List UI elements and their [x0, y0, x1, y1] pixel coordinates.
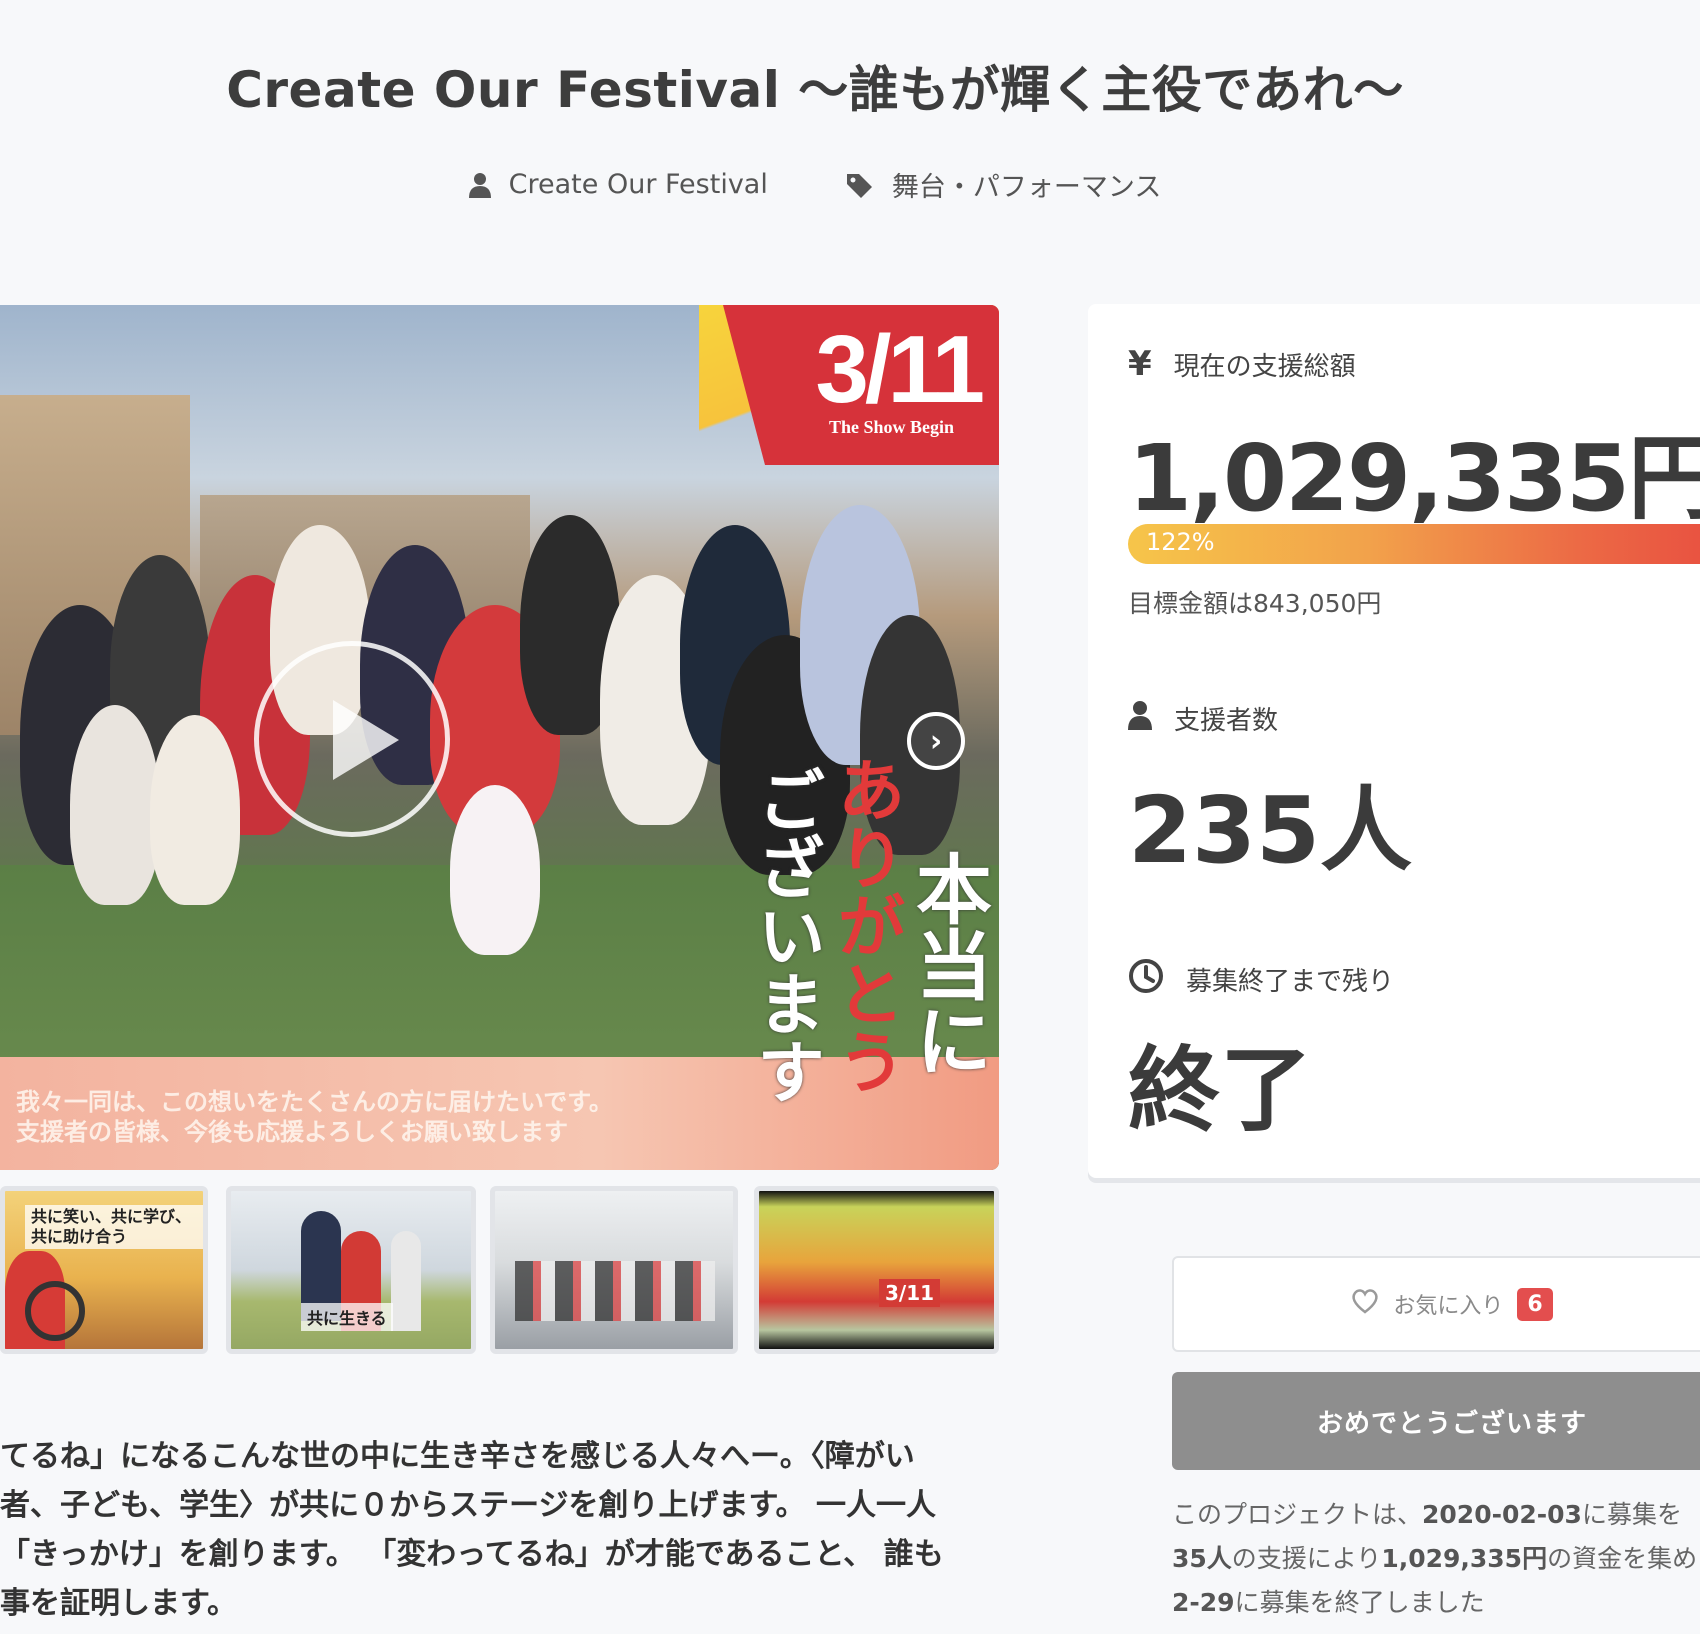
banner-line-1: 我々一同は、この想いをたくさんの方に届けたいです。	[16, 1088, 613, 1116]
raised-label-row: ¥ 現在の支援総額	[1128, 344, 1356, 384]
description-line-3: 「きっかけ」を創ります。 「変わってるね」が才能であること、 誰も	[0, 1537, 944, 1572]
end-date: 2-29	[1172, 1588, 1235, 1617]
summary-text: に募集を終了しました	[1234, 1588, 1485, 1617]
description-line-4: 事を証明します。	[0, 1586, 237, 1621]
funding-progress-bar: 122%	[1128, 524, 1700, 564]
favorite-label: お気に入り	[1393, 1294, 1504, 1319]
backers-value: 235人	[1128, 777, 1413, 884]
project-meta: Create Our Festival 舞台・パフォーマンス	[0, 165, 1630, 204]
favorite-count-badge: 6	[1517, 1287, 1553, 1321]
start-date: 2020-02-03	[1422, 1500, 1582, 1529]
thumbnail-3[interactable]	[490, 1186, 738, 1354]
vertical-text-3: ございます	[745, 765, 825, 1105]
heart-icon	[1351, 1288, 1379, 1320]
raised-value: 1,029,335円	[1128, 425, 1700, 532]
summary-text: の支援により	[1231, 1544, 1382, 1573]
tag-icon	[846, 172, 874, 198]
congrats-button[interactable]: おめでとうございます	[1172, 1372, 1700, 1470]
favorite-button[interactable]: お気に入り 6	[1172, 1256, 1700, 1352]
owner-name: Create Our Festival	[508, 169, 768, 200]
thumbnail-1[interactable]: 共に笑い、共に学び、共に助け合う	[0, 1186, 208, 1354]
summary-text: に募集を	[1581, 1500, 1682, 1529]
user-icon	[1128, 700, 1152, 737]
backers-label-row: 支援者数	[1128, 700, 1278, 737]
thumbnail-strip: 共に笑い、共に学び、共に助け合う 共に生きる 3/11	[0, 1186, 1000, 1354]
remaining-label-row: 募集終了まで残り	[1128, 958, 1394, 1001]
stats-card: ¥ 現在の支援総額 1,029,335円 122% 目標金額は843,050円 …	[1088, 304, 1700, 1178]
progress-percent: 122%	[1146, 528, 1215, 556]
summary-amount: 1,029,335円	[1381, 1544, 1548, 1573]
summary-backers: 35人	[1172, 1544, 1232, 1573]
description-line-2: 者、子ども、学生〉が共に０からステージを創り上げます。 一人一人	[0, 1488, 936, 1523]
vertical-text-2: ありがとう	[825, 755, 905, 1095]
category-link[interactable]: 舞台・パフォーマンス	[846, 165, 1161, 204]
backers-label: 支援者数	[1174, 706, 1279, 736]
date-subtitle: The Show Begin	[828, 417, 954, 437]
banner-line-2: 支援者の皆様、今後も応援よろしくお願い致します	[16, 1118, 568, 1146]
raised-label: 現在の支援総額	[1173, 351, 1356, 382]
thumbnail-4[interactable]: 3/11	[754, 1186, 999, 1354]
clock-icon	[1128, 958, 1164, 1001]
summary-text: の資金を集め	[1547, 1544, 1698, 1573]
description-line-1: てるね」になるこんな世の中に生き辛さを感じる人々へー。〈障がい	[0, 1439, 915, 1474]
thumbnail-caption-1: 共に笑い、共に学び、共に助け合う	[25, 1205, 203, 1249]
thumbnail-caption-4: 3/11	[879, 1279, 941, 1307]
goal-amount: 目標金額は843,050円	[1128, 589, 1382, 618]
thumbnail-2[interactable]: 共に生きる	[226, 1186, 476, 1354]
vertical-text-1: 本当に	[903, 850, 992, 1078]
thumbnail-caption-2: 共に生きる	[301, 1303, 393, 1331]
remaining-value: 終了	[1128, 1037, 1313, 1144]
user-icon	[468, 172, 491, 198]
chevron-right-icon: ›	[929, 723, 943, 759]
date-text: 3/11	[815, 316, 985, 423]
main-project-image[interactable]: 3/11 The Show Begin 我々一同は、この想いをたくさんの方に届け…	[0, 305, 999, 1170]
category-name: 舞台・パフォーマンス	[891, 172, 1162, 203]
yen-icon: ¥	[1128, 344, 1152, 384]
summary-text: このプロジェクトは、	[1172, 1500, 1423, 1529]
owner-link[interactable]: Create Our Festival	[468, 165, 768, 204]
next-slide-button[interactable]: ›	[907, 712, 965, 770]
project-description: てるね」になるこんな世の中に生き辛さを感じる人々へー。〈障がい 者、子ども、学生…	[0, 1432, 1000, 1628]
project-title: Create Our Festival 〜誰もが輝く主役であれ〜	[226, 61, 1404, 119]
play-icon[interactable]	[254, 641, 450, 837]
remaining-label: 募集終了まで残り	[1186, 967, 1395, 997]
project-summary: このプロジェクトは、2020-02-03に募集を 35人の支援により1,029,…	[1172, 1493, 1700, 1625]
